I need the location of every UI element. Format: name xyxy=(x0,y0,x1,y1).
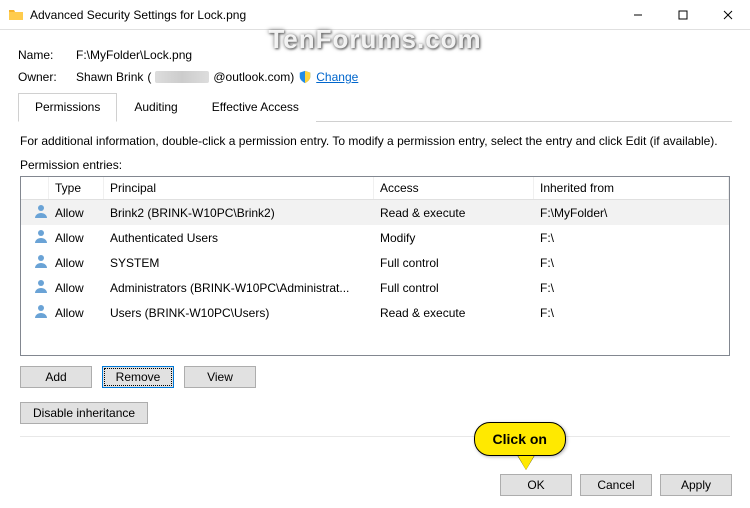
tab-auditing[interactable]: Auditing xyxy=(117,93,194,122)
cell-inherited: F:\ xyxy=(534,304,729,322)
name-value: F:\MyFolder\Lock.png xyxy=(76,48,192,62)
disable-inheritance-button[interactable]: Disable inheritance xyxy=(20,402,148,424)
cell-inherited: F:\ xyxy=(534,279,729,297)
tab-permissions[interactable]: Permissions xyxy=(18,93,117,122)
title-bar: Advanced Security Settings for Lock.png xyxy=(0,0,750,30)
table-row[interactable]: AllowSYSTEMFull controlF:\ xyxy=(21,250,729,275)
cell-type: Allow xyxy=(49,304,104,322)
cell-inherited: F:\ xyxy=(534,229,729,247)
user-icon xyxy=(33,283,49,297)
cell-inherited: F:\ xyxy=(534,254,729,272)
cell-access: Full control xyxy=(374,254,534,272)
col-inherited[interactable]: Inherited from xyxy=(534,177,729,199)
name-label: Name: xyxy=(18,48,76,62)
permission-grid[interactable]: Type Principal Access Inherited from All… xyxy=(20,176,730,356)
divider xyxy=(20,436,730,437)
callout: Click on xyxy=(474,422,566,470)
user-icon xyxy=(33,258,49,272)
remove-button[interactable]: Remove xyxy=(102,366,174,388)
tab-bar: Permissions Auditing Effective Access xyxy=(18,92,732,122)
cell-access: Read & execute xyxy=(374,304,534,322)
owner-value: Shawn Brink (@outlook.com) Change xyxy=(76,70,358,84)
entries-label: Permission entries: xyxy=(20,158,730,172)
cell-principal: Administrators (BRINK-W10PC\Administrat.… xyxy=(104,279,374,297)
tab-effective-access[interactable]: Effective Access xyxy=(195,93,316,122)
callout-text: Click on xyxy=(474,422,566,456)
instruction-text: For additional information, double-click… xyxy=(20,134,730,148)
col-type[interactable]: Type xyxy=(49,177,104,199)
owner-name: Shawn Brink xyxy=(76,70,143,84)
shield-icon xyxy=(298,70,312,84)
cell-principal: Brink2 (BRINK-W10PC\Brink2) xyxy=(104,204,374,222)
folder-icon xyxy=(8,7,24,23)
cancel-button[interactable]: Cancel xyxy=(580,474,652,496)
maximize-button[interactable] xyxy=(660,0,705,29)
cell-type: Allow xyxy=(49,204,104,222)
add-button[interactable]: Add xyxy=(20,366,92,388)
table-row[interactable]: AllowAdministrators (BRINK-W10PC\Adminis… xyxy=(21,275,729,300)
apply-button[interactable]: Apply xyxy=(660,474,732,496)
col-access[interactable]: Access xyxy=(374,177,534,199)
cell-type: Allow xyxy=(49,279,104,297)
window-title: Advanced Security Settings for Lock.png xyxy=(30,8,615,22)
cell-principal: Users (BRINK-W10PC\Users) xyxy=(104,304,374,322)
view-button[interactable]: View xyxy=(184,366,256,388)
minimize-button[interactable] xyxy=(615,0,660,29)
user-icon xyxy=(33,233,49,247)
cell-access: Modify xyxy=(374,229,534,247)
change-owner-link[interactable]: Change xyxy=(316,70,358,84)
cell-principal: SYSTEM xyxy=(104,254,374,272)
cell-access: Read & execute xyxy=(374,204,534,222)
user-icon xyxy=(33,308,49,322)
table-row[interactable]: AllowBrink2 (BRINK-W10PC\Brink2)Read & e… xyxy=(21,200,729,225)
owner-suffix: @outlook.com) xyxy=(213,70,294,84)
table-row[interactable]: AllowAuthenticated UsersModifyF:\ xyxy=(21,225,729,250)
cell-type: Allow xyxy=(49,229,104,247)
cell-principal: Authenticated Users xyxy=(104,229,374,247)
cell-access: Full control xyxy=(374,279,534,297)
col-principal[interactable]: Principal xyxy=(104,177,374,199)
grid-header: Type Principal Access Inherited from xyxy=(21,177,729,200)
user-icon xyxy=(33,208,49,222)
owner-label: Owner: xyxy=(18,70,76,84)
close-button[interactable] xyxy=(705,0,750,29)
owner-obscured xyxy=(155,71,209,83)
cell-inherited: F:\MyFolder\ xyxy=(534,204,729,222)
ok-button[interactable]: OK xyxy=(500,474,572,496)
cell-type: Allow xyxy=(49,254,104,272)
table-row[interactable]: AllowUsers (BRINK-W10PC\Users)Read & exe… xyxy=(21,300,729,325)
